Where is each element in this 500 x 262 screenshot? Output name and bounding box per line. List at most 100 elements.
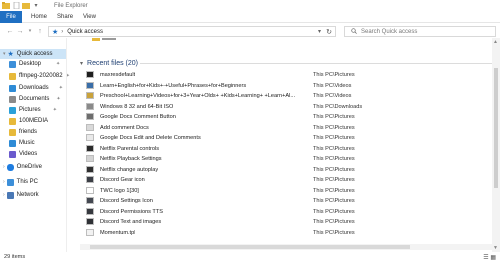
file-thumbnail	[86, 186, 94, 194]
folder-icon	[9, 72, 16, 80]
file-location: This PC\Pictures	[313, 124, 355, 131]
address-path[interactable]: Quick access	[67, 29, 103, 35]
list-item[interactable]: Windows 8 32 and 64-Bit ISO This PC\Downl…	[80, 102, 492, 112]
list-item[interactable]: Discord Settings Icon This PC\Pictures	[80, 196, 492, 206]
file-list: ▾ Recent files (20) maxresdefault This PC…	[80, 38, 492, 252]
scrollbar-thumb[interactable]	[90, 245, 410, 249]
tab-share[interactable]: Share	[57, 14, 73, 20]
tab-home[interactable]: Home	[31, 14, 47, 20]
list-item[interactable]: Preschool+Learning+Videos+for+3+Year+Old…	[80, 91, 492, 101]
list-item[interactable]: maxresdefault This PC\Pictures	[80, 70, 492, 80]
sidebar-item-this-pc[interactable]: › This PC	[3, 177, 38, 187]
folder-icon	[9, 128, 16, 136]
star-icon: ★	[52, 28, 59, 36]
recent-files-header[interactable]: ▾ Recent files (20)	[80, 58, 492, 68]
list-item[interactable]: Discord Gear icon This PC\Pictures	[80, 175, 492, 185]
horizontal-scrollbar[interactable]	[80, 244, 492, 250]
search-input[interactable]: Search Quick access	[361, 29, 417, 35]
chevron-down-icon[interactable]: ▾	[32, 2, 40, 10]
back-icon[interactable]: ←	[5, 26, 15, 36]
file-thumbnail	[86, 81, 94, 89]
file-name: Netflix change autoplay	[100, 166, 159, 173]
sidebar-item-ffmpeg[interactable]: ffmpeg-2020082 ✦	[9, 71, 70, 81]
chevron-right-icon[interactable]: ›	[3, 179, 5, 185]
properties-icon[interactable]	[12, 2, 20, 10]
scroll-up-icon[interactable]: ▲	[493, 39, 498, 45]
file-thumbnail	[86, 92, 94, 99]
file-location: This PC\Pictures	[313, 72, 355, 78]
list-item[interactable]: Google Docs Edit and Delete Comments This…	[80, 133, 492, 143]
sidebar-item-100media[interactable]: 100MEDIA	[9, 116, 48, 126]
tab-view[interactable]: View	[83, 14, 96, 20]
sidebar-item-label: Pictures	[19, 107, 41, 113]
file-thumbnail	[86, 228, 94, 236]
file-location: This PC\Pictures	[313, 114, 355, 120]
sidebar-item-pictures[interactable]: Pictures ✦	[9, 105, 57, 115]
ribbon: File Home Share View	[0, 10, 500, 23]
search-box[interactable]: Search Quick access	[344, 26, 496, 37]
file-thumbnail	[86, 197, 94, 204]
sidebar-item-music[interactable]: Music	[9, 138, 35, 148]
list-item[interactable]: Discord Permissions TTS This PC\Pictures	[80, 207, 492, 217]
chevron-right-icon[interactable]: ›	[3, 164, 5, 170]
file-name: Google Docs Edit and Delete Comments	[100, 135, 201, 141]
new-folder-icon[interactable]	[22, 2, 30, 10]
sidebar-item-friends[interactable]: friends	[9, 127, 37, 137]
chevron-right-icon[interactable]: ›	[3, 192, 5, 198]
sidebar-item-label: Documents	[19, 96, 50, 102]
vertical-scrollbar[interactable]: ▲ ▼	[492, 38, 500, 252]
sidebar-item-label: 100MEDIA	[19, 118, 49, 124]
chevron-right-icon[interactable]: ›	[61, 29, 63, 35]
sidebar-item-quick-access[interactable]: ▾ ★ Quick access	[0, 49, 66, 59]
address-bar[interactable]: ★ › Quick access ▾ ↻	[48, 26, 336, 37]
list-item[interactable]: Learn+English+for+Kids+-+Useful+Phrases+…	[80, 81, 492, 91]
chevron-down-icon[interactable]: ▾	[3, 51, 6, 57]
list-item[interactable]: Momentum.tpl This PC\Pictures	[80, 228, 492, 238]
list-item[interactable]: Discord Text and images This PC\Pictures	[80, 217, 492, 227]
address-dropdown-icon[interactable]: ▾	[318, 28, 321, 35]
pane-divider[interactable]	[66, 38, 67, 252]
sidebar-item-label: Videos	[19, 151, 38, 157]
sidebar-item-desktop[interactable]: Desktop ✦	[9, 59, 60, 69]
folder-icon[interactable]	[2, 2, 10, 10]
file-thumbnail	[86, 218, 94, 225]
search-icon	[351, 27, 357, 36]
list-item[interactable]: Netflix Playback Settings This PC\Picture…	[80, 154, 492, 164]
sidebar-item-label: ffmpeg-2020082	[19, 73, 63, 79]
view-toggle[interactable]: ☰ ▦	[483, 254, 496, 261]
sidebar-item-documents[interactable]: Documents ✦	[9, 94, 61, 104]
large-icons-view-icon[interactable]: ▦	[490, 255, 496, 261]
file-location: This PC\Videos	[313, 82, 352, 89]
sidebar-item-label: Quick access	[16, 51, 53, 57]
refresh-icon[interactable]: ↻	[326, 28, 332, 36]
tab-file[interactable]: File	[0, 10, 22, 23]
list-item[interactable]: Netflix change autoplay This PC\Pictures	[80, 165, 492, 175]
details-view-icon[interactable]: ☰	[483, 255, 488, 261]
scrollbar-thumb[interactable]	[494, 68, 498, 188]
file-location: This PC\Downloads	[313, 103, 363, 110]
recent-locations-icon[interactable]: ▾	[25, 26, 35, 36]
list-item[interactable]: Netflix Parental controls This PC\Picture…	[80, 144, 492, 154]
file-location: This PC\Pictures	[313, 187, 355, 194]
item-count: 29 items	[4, 254, 26, 260]
list-item[interactable]: TWC logo 1[30] This PC\Pictures	[80, 186, 492, 196]
file-name: Add comment Docs	[100, 124, 149, 131]
file-name: Discord Text and images	[100, 219, 162, 225]
file-name: Discord Gear icon	[100, 177, 145, 183]
scroll-down-icon[interactable]: ▼	[493, 245, 498, 251]
sidebar-item-downloads[interactable]: Downloads ✦	[9, 83, 63, 93]
up-icon[interactable]: ↑	[35, 26, 45, 36]
file-name: Discord Settings Icon	[100, 198, 153, 204]
chevron-down-icon[interactable]: ▾	[80, 60, 83, 67]
forward-icon[interactable]: →	[15, 26, 25, 36]
music-icon	[9, 139, 16, 147]
file-location: This PC\Pictures	[313, 198, 355, 204]
sidebar-item-network[interactable]: › Network	[3, 190, 39, 200]
sidebar-item-onedrive[interactable]: › OneDrive	[3, 162, 42, 172]
navigation-pane: ▾ ★ Quick access Desktop ✦ ffmpeg-202008…	[0, 46, 70, 250]
list-item[interactable]: Google Docs Comment Button This PC\Pictur…	[80, 112, 492, 122]
sidebar-item-videos[interactable]: Videos	[9, 149, 37, 159]
file-name: Netflix Playback Settings	[100, 156, 162, 162]
list-item[interactable]: Add comment Docs This PC\Pictures	[80, 123, 492, 133]
file-thumbnail	[86, 176, 94, 183]
